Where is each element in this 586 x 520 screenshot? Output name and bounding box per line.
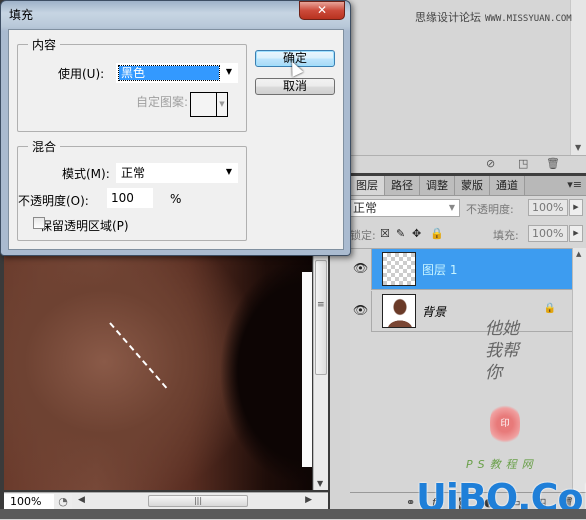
fill-slider-button[interactable]: ▶	[569, 225, 583, 242]
custom-pattern-label: 自定图案:	[136, 95, 189, 109]
visibility-toggle[interactable]: 👁	[350, 291, 372, 332]
lock-label: 锁定:	[350, 229, 376, 242]
contents-legend: 内容	[28, 36, 61, 53]
history-panel: ▼	[350, 0, 586, 172]
lock-position-icon[interactable]: ✥	[412, 227, 421, 240]
vertical-scrollbar[interactable]: ≡ ▼	[313, 252, 328, 490]
tab-paths[interactable]: 路径	[385, 176, 420, 195]
scroll-grip-icon: ≡	[317, 300, 325, 310]
visibility-toggle[interactable]: 👁	[350, 249, 372, 290]
trash-icon[interactable]: 🗑	[546, 157, 560, 170]
chevron-down-icon: ▼	[225, 67, 232, 76]
chevron-down-icon: ▼	[448, 203, 455, 212]
status-menu-icon[interactable]: ◔	[54, 494, 72, 509]
seal-stamp: 印	[490, 402, 520, 446]
layer-name[interactable]: 图层 1	[422, 261, 457, 278]
lock-pixels-icon[interactable]: ✎	[396, 227, 405, 240]
fill-label: 填充:	[493, 229, 519, 242]
preserve-transparency-checkbox[interactable]	[33, 217, 45, 229]
eye-icon[interactable]: 👁	[353, 261, 368, 275]
bottom-strip	[0, 509, 586, 519]
lock-row: 锁定: ☒ ✎ ✥ 🔒 填充: 100% ▶	[350, 224, 586, 246]
panel-scrollbar[interactable]: ▼	[570, 0, 586, 155]
layers-scrollbar[interactable]: ▲	[572, 248, 586, 492]
vertical-scroll-thumb[interactable]	[315, 260, 327, 375]
watermark-cn: 思缘设计论坛	[415, 11, 481, 24]
layer-thumbnail	[382, 252, 416, 286]
use-select[interactable]: 黑色 ▼	[116, 63, 238, 83]
layer-thumbnail	[382, 294, 416, 328]
opacity-slider-button[interactable]: ▶	[569, 199, 583, 216]
panel-menu-icon[interactable]: ▾≡	[567, 178, 582, 191]
link-layers-icon[interactable]: ⚭	[406, 496, 415, 509]
zoom-level-field[interactable]: 100%	[4, 493, 54, 509]
blend-mode-value: 正常	[353, 201, 378, 215]
tab-layers[interactable]: 图层	[350, 176, 385, 195]
ps-site-watermark: PS教程网	[466, 458, 538, 471]
watermark-url: WWW.MISSYUAN.COM	[485, 14, 572, 24]
dialog-title: 填充	[9, 8, 34, 22]
layer-fill-field[interactable]: 100%	[528, 225, 568, 242]
new-document-icon[interactable]: ◳	[518, 157, 528, 170]
eye-icon[interactable]: 👁	[353, 303, 368, 317]
opacity-unit: %	[170, 192, 182, 206]
calligraphy-watermark: 他她我帮你	[485, 319, 519, 383]
chevron-down-icon: ▼	[216, 93, 227, 116]
scroll-right-icon[interactable]: ▶	[305, 495, 312, 505]
chevron-down-icon: ▼	[225, 167, 232, 176]
lock-all-icon[interactable]: 🔒	[430, 227, 444, 240]
blend-mode-select[interactable]: 正常 ▼	[350, 199, 460, 217]
layer-list: 👁 图层 1 👁 背景 🔒	[350, 248, 572, 488]
custom-pattern-picker: ▼	[190, 92, 228, 117]
panel-tabs: 图层 路径 调整 蒙版 通道 ▾≡	[350, 176, 586, 196]
scroll-down-icon[interactable]: ▼	[317, 479, 323, 488]
mode-label: 模式(M):	[62, 167, 110, 181]
layer-row-background[interactable]: 👁 背景 🔒	[350, 291, 572, 332]
fill-dialog: 填充 ✕ 内容 使用(U): 黑色 ▼ 自定图案: ▼ 混合 模式(M): 正常…	[0, 0, 351, 256]
opacity-input[interactable]: 100	[107, 188, 153, 208]
cancel-button[interactable]: 取消	[255, 78, 335, 95]
scroll-left-icon[interactable]: ◀	[78, 495, 85, 505]
watermark-missyuan: 思缘设计论坛 WWW.MISSYUAN.COM	[415, 9, 572, 25]
layer-row-layer1[interactable]: 👁 图层 1	[350, 249, 572, 290]
use-label: 使用(U):	[58, 67, 105, 81]
horizontal-scroll-thumb[interactable]: |||	[148, 494, 248, 507]
tab-masks[interactable]: 蒙版	[455, 176, 490, 195]
status-bar: 100% ◔ ◀ ||| ▶	[4, 492, 328, 509]
horizontal-scrollbar[interactable]: ◀ ||| ▶	[72, 493, 328, 509]
use-select-value: 黑色	[118, 65, 220, 81]
tab-channels[interactable]: 通道	[490, 176, 525, 195]
opacity-label: 不透明度(O):	[18, 194, 89, 208]
blend-row: 正常 ▼ 不透明度: 100% ▶	[350, 198, 586, 220]
blending-legend: 混合	[28, 138, 61, 155]
layer-content: 背景 🔒	[372, 291, 572, 332]
history-panel-footer: ⊘ ◳ 🗑	[350, 155, 586, 172]
preserve-transparency-label: 保留透明区域(P)	[40, 219, 129, 233]
canvas-image[interactable]	[4, 252, 312, 490]
layer-name[interactable]: 背景	[422, 303, 446, 320]
tab-adjustments[interactable]: 调整	[420, 176, 455, 195]
close-button[interactable]: ✕	[299, 1, 345, 20]
scroll-up-icon[interactable]: ▲	[576, 250, 581, 258]
opacity-label: 不透明度:	[466, 203, 514, 216]
contents-group: 内容 使用(U): 黑色 ▼ 自定图案:	[17, 36, 247, 132]
scroll-down-icon[interactable]: ▼	[575, 143, 581, 152]
lock-transparency-icon[interactable]: ☒	[380, 227, 390, 240]
layer-opacity-field[interactable]: 100%	[528, 199, 568, 216]
mode-select-value: 正常	[121, 166, 146, 180]
lock-icon: 🔒	[543, 303, 556, 314]
delete-state-icon[interactable]: ⊘	[486, 157, 495, 170]
layer-content: 图层 1	[372, 249, 572, 290]
mode-select[interactable]: 正常 ▼	[116, 163, 238, 183]
